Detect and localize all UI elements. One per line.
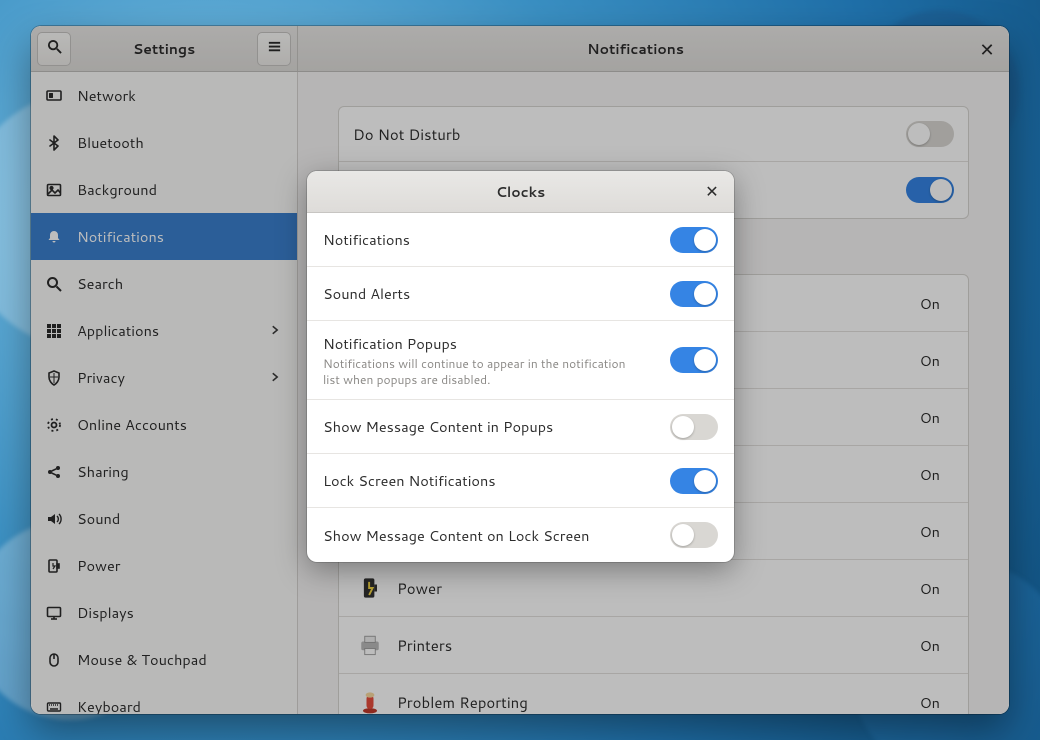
dialog-row-msg-lock: Show Message Content on Lock Screen bbox=[307, 508, 734, 562]
dialog-body: Notifications Sound Alerts Notification Po… bbox=[307, 213, 734, 562]
close-icon: ✕ bbox=[705, 180, 718, 203]
dialog-switch-msg-popups[interactable] bbox=[670, 414, 718, 440]
dialog-row-notifications: Notifications bbox=[307, 213, 734, 267]
dialog-row-popups: Notification PopupsNotifications will co… bbox=[307, 321, 734, 400]
dialog-title: Clocks bbox=[341, 182, 700, 202]
dialog-titlebar: Clocks ✕ bbox=[307, 171, 734, 213]
dialog-row-label: Notifications bbox=[323, 229, 658, 250]
dialog-row-subtitle: Notifications will continue to appear in… bbox=[323, 356, 633, 387]
dialog-row-label: Lock Screen Notifications bbox=[323, 470, 658, 491]
app-notification-dialog: Clocks ✕ NotificationsSound AlertsNotifi… bbox=[307, 171, 734, 562]
dialog-close-button[interactable]: ✕ bbox=[700, 180, 724, 203]
dialog-switch-msg-lock[interactable] bbox=[670, 522, 718, 548]
dialog-switch-sound-alerts[interactable] bbox=[670, 281, 718, 307]
dialog-row-lock-notif: Lock Screen Notifications bbox=[307, 454, 734, 508]
dialog-row-label: Notification Popups bbox=[323, 333, 658, 354]
dialog-switch-notifications[interactable] bbox=[670, 227, 718, 253]
dialog-row-label: Show Message Content in Popups bbox=[323, 416, 658, 437]
dialog-row-sound-alerts: Sound Alerts bbox=[307, 267, 734, 321]
dialog-row-label: Show Message Content on Lock Screen bbox=[323, 525, 658, 546]
dialog-row-msg-popups: Show Message Content in Popups bbox=[307, 400, 734, 454]
dialog-switch-lock-notif[interactable] bbox=[670, 468, 718, 494]
dialog-row-label: Sound Alerts bbox=[323, 283, 658, 304]
dialog-switch-popups[interactable] bbox=[670, 347, 718, 373]
